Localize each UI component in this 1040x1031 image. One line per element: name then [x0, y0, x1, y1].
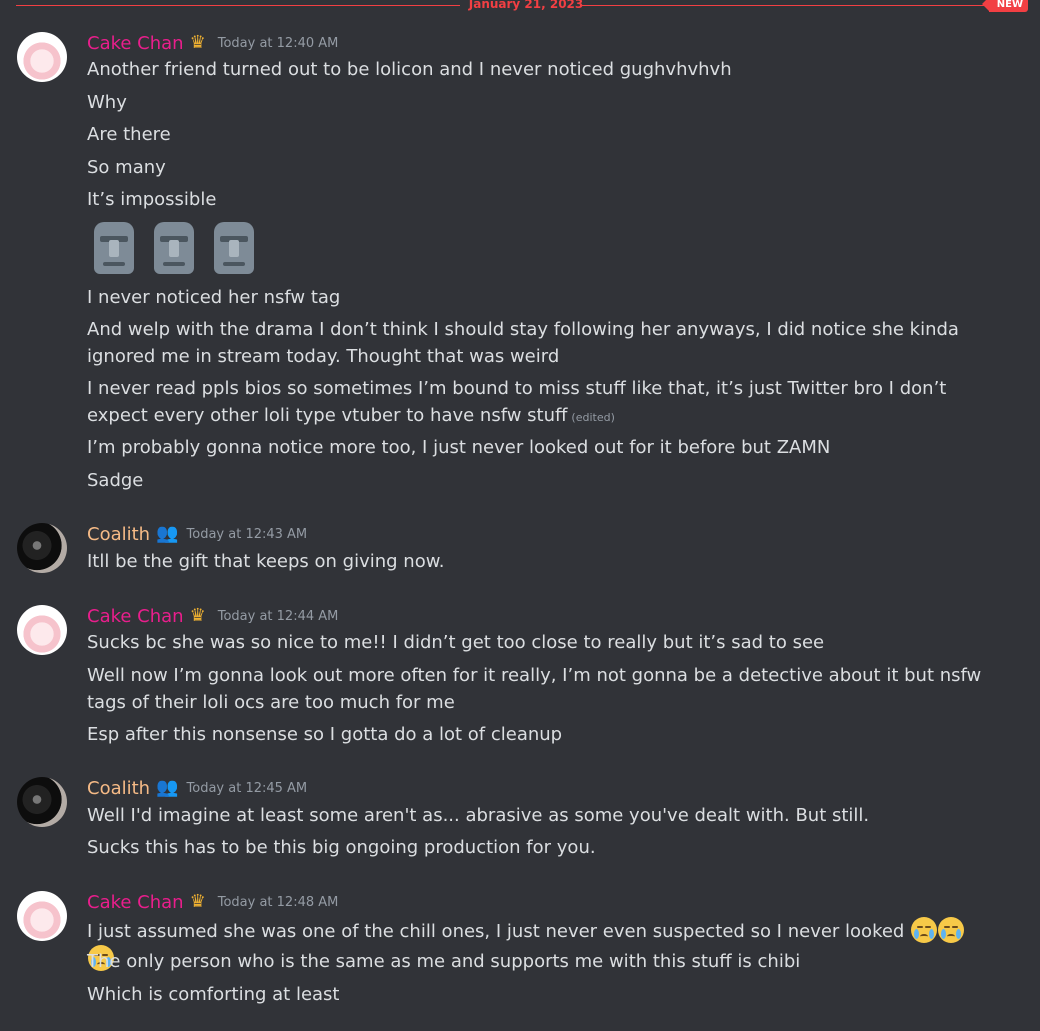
timestamp[interactable]: Today at 12:40 AM — [218, 36, 339, 51]
edited-label: (edited) — [571, 411, 615, 424]
timestamp[interactable]: Today at 12:48 AM — [218, 895, 339, 910]
message-line: It’s impossible — [87, 189, 217, 210]
message-line: Sucks this has to be this big ongoing pr… — [87, 837, 596, 858]
author-name[interactable]: Cake Chan — [87, 892, 184, 913]
message-line: And welp with the drama I don’t think I … — [87, 319, 959, 367]
moai-emoji[interactable] — [207, 220, 261, 276]
crying-face-emoji[interactable] — [911, 917, 938, 943]
message-line: Well I'd imagine at least some aren't as… — [87, 805, 870, 826]
divider-line-right — [582, 5, 986, 6]
crown-icon: ♛ — [189, 891, 206, 912]
message-line: Another friend turned out to be lolicon … — [87, 59, 732, 80]
emoji-row — [87, 220, 261, 276]
divider-date: January 21, 2023 — [468, 0, 584, 11]
divider-line-left — [16, 5, 460, 6]
message-line: Esp after this nonsense so I gotta do a … — [87, 724, 563, 745]
date-divider: January 21, 2023 NEW — [16, 0, 1040, 14]
message-header: Cake Chan ♛ Today at 12:44 AM — [87, 605, 338, 627]
timestamp[interactable]: Today at 12:44 AM — [218, 609, 339, 624]
message-line: Itll be the gift that keeps on giving no… — [87, 551, 445, 572]
timestamp[interactable]: Today at 12:45 AM — [187, 781, 308, 796]
avatar-cake-chan[interactable] — [17, 32, 67, 82]
message-line: Sadge — [87, 470, 144, 491]
avatar-cake-chan[interactable] — [17, 605, 67, 655]
author-name[interactable]: Coalith — [87, 778, 150, 799]
message-line: So many — [87, 157, 166, 178]
crown-icon: ♛ — [189, 32, 206, 53]
message-line: I never noticed her nsfw tag — [87, 287, 341, 308]
message-header: Coalith 👥 Today at 12:45 AM — [87, 777, 307, 799]
people-icon: 👥 — [156, 777, 179, 798]
message-header: Cake Chan ♛ Today at 12:48 AM — [87, 891, 338, 913]
avatar-coalith[interactable] — [17, 777, 67, 827]
message-line: Are there — [87, 124, 171, 145]
new-badge: NEW — [981, 0, 1028, 12]
author-name[interactable]: Cake Chan — [87, 33, 184, 54]
timestamp[interactable]: Today at 12:43 AM — [187, 527, 308, 542]
message-header: Cake Chan ♛ Today at 12:40 AM — [87, 32, 338, 54]
moai-emoji[interactable] — [147, 220, 201, 276]
crying-face-emoji[interactable] — [938, 917, 965, 943]
message-header: Coalith 👥 Today at 12:43 AM — [87, 523, 307, 545]
message-text: I just assumed she was one of the chill … — [87, 921, 905, 942]
avatar-cake-chan[interactable] — [17, 891, 67, 941]
message-line: Which is comforting at least — [87, 984, 340, 1005]
moai-emoji[interactable] — [87, 220, 141, 276]
author-name[interactable]: Cake Chan — [87, 606, 184, 627]
author-name[interactable]: Coalith — [87, 524, 150, 545]
message-line: Well now I’m gonna look out more often f… — [87, 665, 982, 713]
message-line: I’m probably gonna notice more too, I ju… — [87, 437, 831, 458]
avatar-coalith[interactable] — [17, 523, 67, 573]
message-line: The only person who is the same as me an… — [87, 951, 801, 972]
message-line: I never read ppls bios so sometimes I’m … — [87, 375, 987, 431]
message-text: I never read ppls bios so sometimes I’m … — [87, 378, 947, 426]
message-line: Sucks bc she was so nice to me!! I didn’… — [87, 632, 825, 653]
people-icon: 👥 — [156, 523, 179, 544]
message-line: Why — [87, 92, 127, 113]
crown-icon: ♛ — [189, 605, 206, 626]
